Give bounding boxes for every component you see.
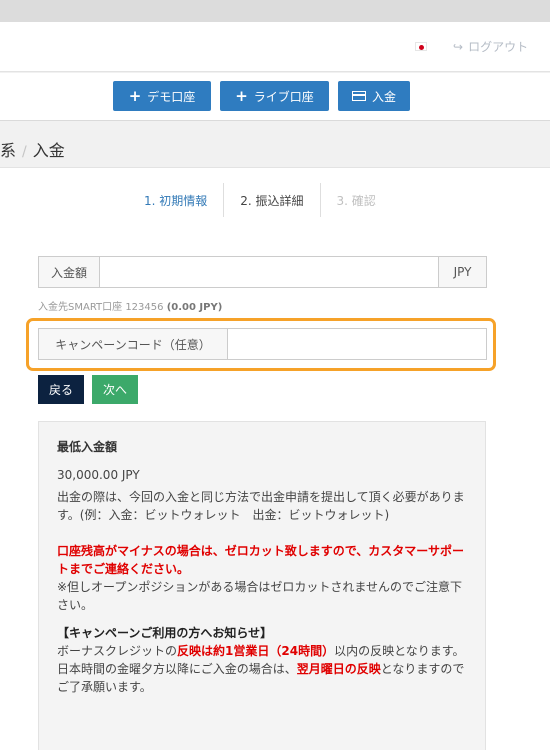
plus-icon: +	[128, 86, 142, 105]
campaign-notice-title: 【キャンペーンご利用の方へお知らせ】	[57, 626, 273, 640]
currency-label: JPY	[438, 257, 486, 287]
demo-account-label: デモ口座	[147, 89, 196, 104]
demo-account-button[interactable]: + デモ口座	[113, 81, 211, 111]
step-confirm: 3. 確認	[336, 193, 376, 208]
min-deposit-title: 最低入金額	[57, 440, 118, 454]
friday-deposit-note: 日本時間の金曜夕方以降にご入金の場合は、翌月曜日の反映となりますのでご了承願いま…	[57, 660, 467, 696]
campaign-code-input[interactable]	[228, 329, 486, 359]
browser-top-strip	[0, 0, 550, 22]
breadcrumb-separator: /	[22, 144, 27, 160]
next-button[interactable]: 次へ	[92, 375, 138, 404]
step-indicator: 1. 初期情報 2. 振込詳細 3. 確認	[128, 183, 392, 217]
min-deposit-value: 30,000.00 JPY	[57, 468, 140, 482]
amount-input[interactable]	[100, 257, 438, 287]
campaign-code-group: キャンペーンコード（任意）	[38, 328, 487, 360]
bonus-text-b: 以内の反映となります。	[334, 644, 465, 658]
deposit-account-help: 入金先SMART口座 123456 (0.00 JPY)	[38, 298, 222, 313]
live-account-label: ライブ口座	[253, 89, 314, 104]
logout-label: ログアウト	[468, 40, 529, 54]
campaign-code-label: キャンペーンコード（任意）	[39, 329, 228, 359]
back-button[interactable]: 戻る	[38, 375, 84, 404]
deposit-label: 入金	[371, 89, 396, 104]
help-account: 入金先SMART口座 123456	[38, 302, 164, 313]
help-balance: (0.00 JPY)	[166, 302, 223, 313]
live-account-button[interactable]: + ライブ口座	[220, 81, 329, 111]
zero-cut-exception: ※但しオープンポジションがある場合はゼロカットされませんのでご注意下さい。	[57, 580, 462, 612]
bonus-text-red: 反映は約1営業日（24時間）	[177, 644, 335, 658]
step-initial-info[interactable]: 1. 初期情報	[128, 183, 225, 217]
zero-cut-warning: 口座残高がマイナスの場合は、ゼロカット致しますので、カスタマーサポートまでご連絡…	[57, 544, 465, 576]
logout-icon: ↪	[453, 39, 464, 54]
step-transfer-details: 2. 振込詳細	[224, 183, 321, 217]
deposit-notice-box: 最低入金額 30,000.00 JPY 出金の際は、今回の入金と同じ方法で出金申…	[38, 421, 486, 750]
amount-input-group: 入金額 JPY	[38, 256, 487, 288]
credit-card-icon	[351, 91, 366, 101]
breadcrumb: 系 / 入金	[0, 137, 65, 161]
top-navbar: ↪ ログアウト	[0, 22, 550, 72]
deposit-button[interactable]: 入金	[338, 81, 410, 111]
amount-label: 入金額	[39, 257, 100, 287]
logout-link[interactable]: ↪ ログアウト	[453, 38, 528, 55]
action-bar: + デモ口座 + ライブ口座 入金	[0, 73, 550, 121]
bonus-credit-note: ボーナスクレジットの反映は約1営業日（24時間）以内の反映となります。	[57, 642, 467, 660]
plus-icon: +	[235, 86, 248, 105]
breadcrumb-current: 入金	[32, 141, 65, 160]
friday-text-a: 日本時間の金曜夕方以降にご入金の場合は、	[57, 662, 297, 676]
zero-cut-note: 口座残高がマイナスの場合は、ゼロカット致しますので、カスタマーサポートまでご連絡…	[57, 542, 467, 614]
friday-text-red: 翌月曜日の反映	[296, 662, 381, 676]
bonus-text-a: ボーナスクレジットの	[57, 644, 178, 658]
withdrawal-method-note: 出金の際は、今回の入金と同じ方法で出金申請を提出して頂く必要があります。(例：入…	[57, 490, 465, 522]
breadcrumb-parent[interactable]: 系	[0, 141, 16, 160]
japan-flag-icon[interactable]	[415, 42, 427, 51]
